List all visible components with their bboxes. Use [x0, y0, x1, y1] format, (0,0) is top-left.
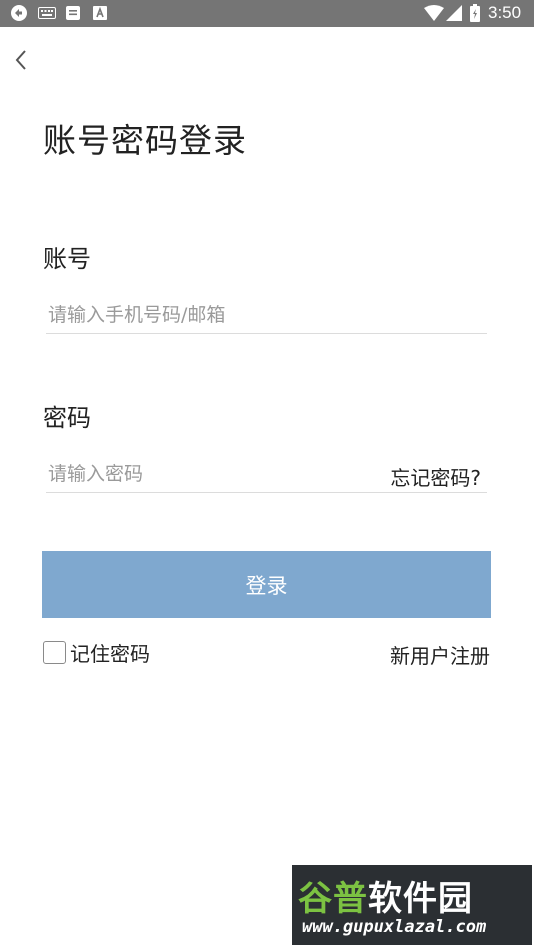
watermark-title: 谷普软件园 [298, 871, 473, 920]
watermark-url: www.gupuxlazal.com [302, 917, 487, 937]
font-icon [93, 5, 107, 21]
remember-password-row[interactable]: 记住密码 [43, 639, 150, 666]
battery-icon [470, 4, 480, 22]
back-button[interactable] [6, 46, 36, 78]
watermark-title-part2: 软件园 [368, 879, 473, 919]
account-label: 账号 [43, 245, 91, 273]
status-time: 3:50 [488, 3, 522, 22]
forgot-password-link[interactable]: 忘记密码? [390, 462, 481, 491]
status-bar: 3:50 [0, 0, 534, 27]
sync-icon [10, 5, 28, 21]
signal-icon [446, 5, 462, 21]
login-button[interactable]: 登录 [42, 551, 491, 618]
remember-password-checkbox[interactable] [43, 640, 66, 664]
password-label: 密码 [43, 404, 91, 432]
page-title: 账号密码登录 [43, 121, 247, 160]
account-input[interactable] [46, 296, 487, 334]
keyboard-icon [38, 5, 56, 21]
message-icon [66, 5, 80, 21]
register-link[interactable]: 新用户注册 [390, 640, 490, 669]
watermark-title-part1: 谷普 [298, 879, 368, 919]
chevron-left-icon [13, 48, 29, 76]
remember-password-label: 记住密码 [70, 641, 150, 666]
wifi-icon [424, 5, 444, 21]
watermark-logo: 谷普软件园 www.gupuxlazal.com [292, 865, 532, 945]
